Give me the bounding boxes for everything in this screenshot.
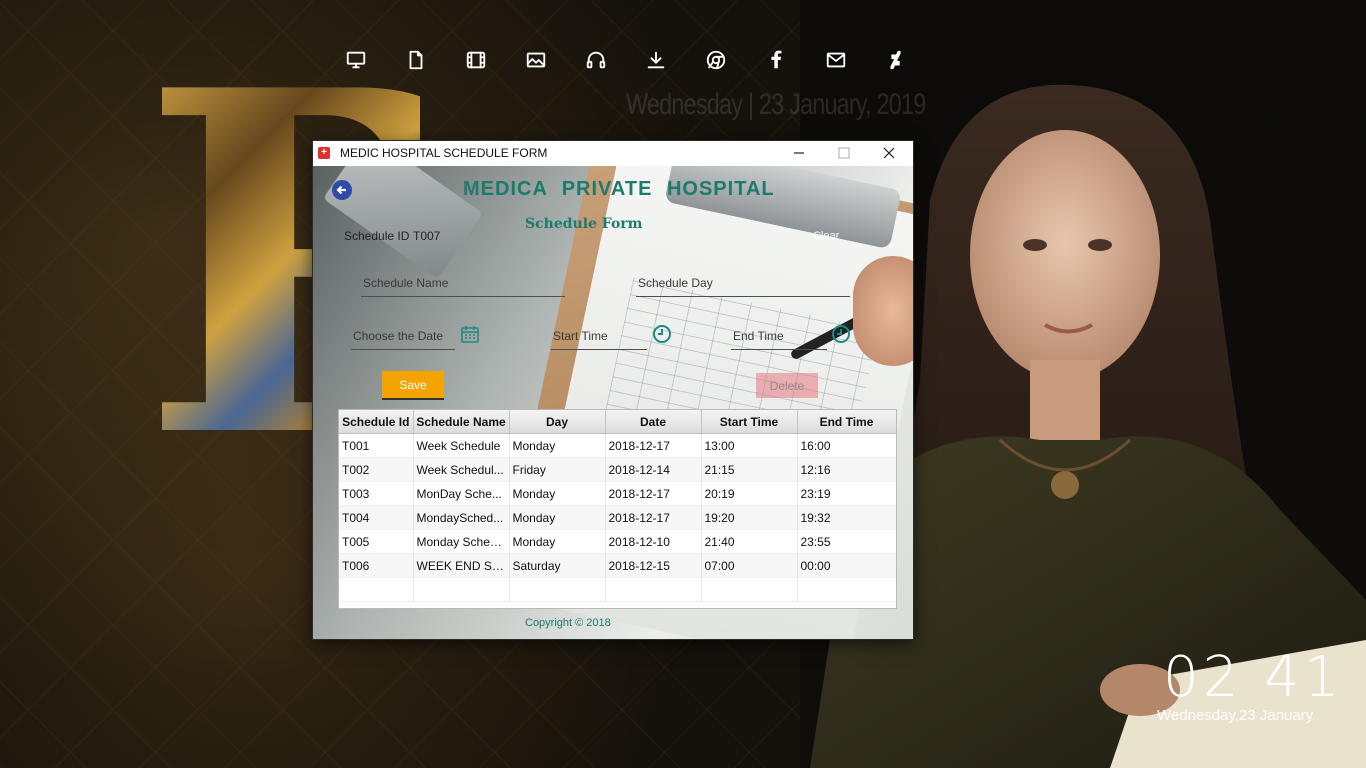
film-icon[interactable] <box>460 44 492 76</box>
app-icon: + <box>318 147 330 159</box>
end-time-input[interactable] <box>731 326 827 350</box>
minimize-button[interactable] <box>776 141 822 165</box>
form-content: MEDICA PRIVATE HOSPITAL Schedule Form Sc… <box>313 166 913 639</box>
monitor-icon[interactable] <box>340 44 372 76</box>
table-cell: 19:32 <box>797 505 896 530</box>
table-cell: 21:15 <box>701 457 798 482</box>
table-cell: T006 <box>339 553 414 578</box>
schedule-form-window: + MEDIC HOSPITAL SCHEDULE FORM MEDICA PR… <box>312 140 914 640</box>
table-cell: 2018-12-17 <box>605 481 702 506</box>
table-cell: Saturday <box>509 553 606 578</box>
table-row[interactable]: T005 Monday Sched... Monday 2018-12-10 2… <box>339 529 896 554</box>
window-titlebar[interactable]: + MEDIC HOSPITAL SCHEDULE FORM <box>313 141 913 165</box>
table-cell: MondaySched... <box>413 505 510 530</box>
table-row[interactable]: T002 Week Schedul... Friday 2018-12-14 2… <box>339 457 896 482</box>
schedule-id-label: Schedule ID <box>344 229 410 243</box>
facebook-icon[interactable] <box>760 44 792 76</box>
document-icon[interactable] <box>400 44 432 76</box>
column-header-date[interactable]: Date <box>605 410 702 434</box>
table-row[interactable]: T006 WEEK END Sch... Saturday 2018-12-15… <box>339 553 896 578</box>
headphones-icon[interactable] <box>580 44 612 76</box>
table-cell: T003 <box>339 481 414 506</box>
table-row[interactable]: T004 MondaySched... Monday 2018-12-17 19… <box>339 505 896 530</box>
table-cell: 2018-12-17 <box>605 505 702 530</box>
schedule-day-input[interactable] <box>636 273 850 297</box>
delete-button[interactable]: Delete <box>756 373 818 398</box>
table-header-row: Schedule Id Schedule Name Day Date Start… <box>339 410 896 434</box>
back-button[interactable] <box>332 180 352 200</box>
table-row-empty <box>339 577 896 602</box>
window-title: MEDIC HOSPITAL SCHEDULE FORM <box>340 146 548 160</box>
chrome-icon[interactable] <box>700 44 732 76</box>
table-cell: Week Schedule <box>413 433 510 458</box>
table-cell: 21:40 <box>701 529 798 554</box>
table-cell: 16:00 <box>797 433 896 458</box>
table-cell: WEEK END Sch... <box>413 553 510 578</box>
form-title: Schedule Form <box>525 216 643 232</box>
arrow-left-icon <box>336 185 346 195</box>
start-time-clock-icon[interactable] <box>652 324 672 344</box>
close-button[interactable] <box>866 141 912 165</box>
table-cell: 19:20 <box>701 505 798 530</box>
table-cell: Friday <box>509 457 606 482</box>
table-cell: T002 <box>339 457 414 482</box>
schedule-id-value: T007 <box>413 229 441 243</box>
table-cell: 2018-12-10 <box>605 529 702 554</box>
schedule-table[interactable]: Schedule Id Schedule Name Day Date Start… <box>338 409 897 609</box>
table-cell: T001 <box>339 433 414 458</box>
table-cell: Monday <box>509 505 606 530</box>
table-cell: 2018-12-15 <box>605 553 702 578</box>
table-row[interactable]: T003 MonDay Sche... Monday 2018-12-17 20… <box>339 481 896 506</box>
table-cell: 2018-12-14 <box>605 457 702 482</box>
table-cell: Monday <box>509 433 606 458</box>
table-cell: T004 <box>339 505 414 530</box>
save-button[interactable]: Save <box>382 371 444 400</box>
end-time-clock-icon[interactable] <box>831 324 851 344</box>
table-cell: 2018-12-17 <box>605 433 702 458</box>
clock-time: 02 41 <box>1163 645 1344 710</box>
table-cell: 23:19 <box>797 481 896 506</box>
table-cell: 13:00 <box>701 433 798 458</box>
mail-icon[interactable] <box>820 44 852 76</box>
hospital-title: MEDICA PRIVATE HOSPITAL <box>463 178 775 200</box>
table-cell: Week Schedul... <box>413 457 510 482</box>
column-header-end-time[interactable]: End Time <box>797 410 896 434</box>
column-header-schedule-name[interactable]: Schedule Name <box>413 410 510 434</box>
table-cell: 07:00 <box>701 553 798 578</box>
table-cell: Monday Sched... <box>413 529 510 554</box>
download-icon[interactable] <box>640 44 672 76</box>
column-header-schedule-id[interactable]: Schedule Id <box>339 410 414 434</box>
date-input[interactable] <box>351 326 455 350</box>
table-cell: T005 <box>339 529 414 554</box>
deviantart-icon[interactable] <box>880 44 912 76</box>
calendar-icon[interactable] <box>460 324 480 344</box>
image-icon[interactable] <box>520 44 552 76</box>
table-row[interactable]: T001 Week Schedule Monday 2018-12-17 13:… <box>339 433 896 458</box>
table-cell: 20:19 <box>701 481 798 506</box>
table-cell: MonDay Sche... <box>413 481 510 506</box>
schedule-name-input[interactable] <box>361 273 565 297</box>
table-cell: 12:16 <box>797 457 896 482</box>
column-header-start-time[interactable]: Start Time <box>701 410 798 434</box>
clock-date: Wednesday,23 January <box>1157 707 1314 724</box>
maximize-button[interactable] <box>821 141 867 165</box>
table-cell: Monday <box>509 481 606 506</box>
wallpaper-date-text: Wednesday | 23 January, 2019 <box>626 88 926 121</box>
column-header-day[interactable]: Day <box>509 410 606 434</box>
table-cell: Monday <box>509 529 606 554</box>
clear-button[interactable]: Clear <box>813 230 839 242</box>
copyright-text: Copyright © 2018 <box>525 617 611 629</box>
start-time-input[interactable] <box>551 326 647 350</box>
table-cell: 00:00 <box>797 553 896 578</box>
table-cell: 23:55 <box>797 529 896 554</box>
